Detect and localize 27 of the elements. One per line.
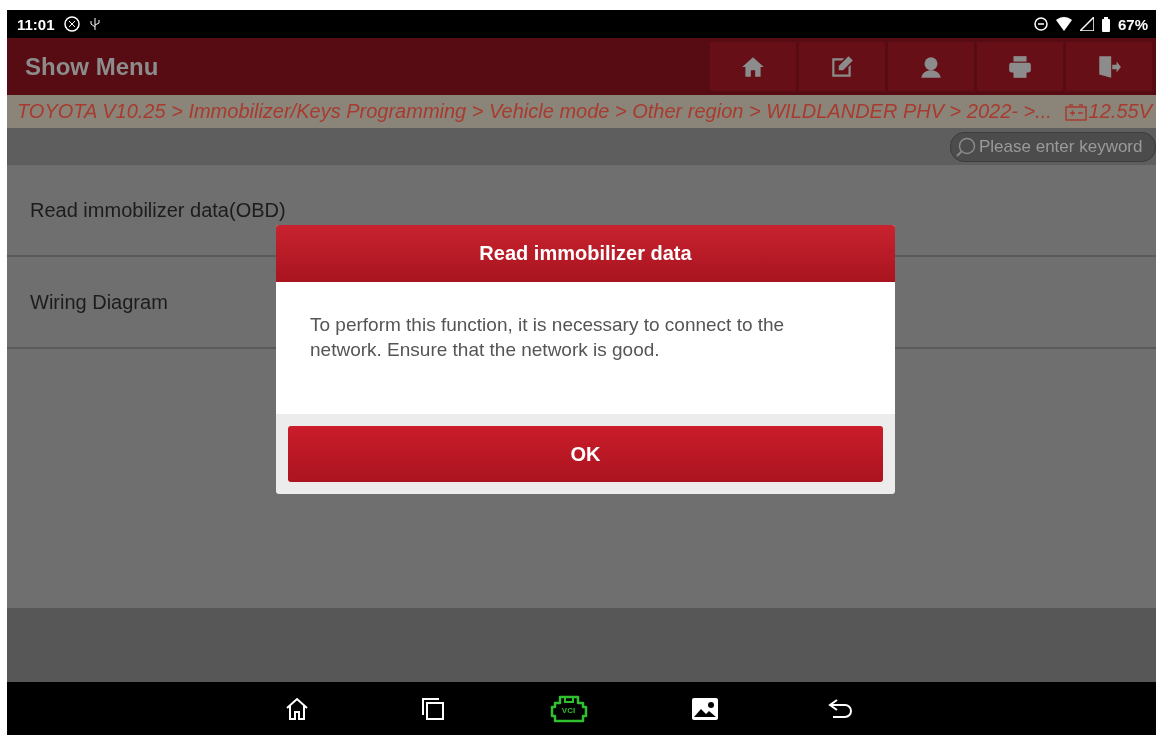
header-title: Show Menu [25, 52, 159, 81]
exit-icon [1096, 53, 1122, 80]
ok-button[interactable]: OK [288, 426, 883, 482]
do-not-disturb-icon [1033, 17, 1048, 31]
usb-icon [88, 17, 101, 31]
support-button[interactable] [888, 42, 974, 91]
breadcrumb-path: TOYOTA V10.25 > Immobilizer/Keys Programming > Vehicle mode > Other region > WILDLANDER PHV > 2022- >... [17, 100, 1052, 123]
edit-button[interactable] [799, 42, 885, 91]
print-icon [1007, 53, 1033, 80]
dialog-message: To perform this function, it is necessary to connect to the network. Ensure that the network is good. [276, 282, 895, 414]
signal-icon [1079, 17, 1094, 31]
battery-icon [1101, 16, 1110, 32]
image-icon [691, 697, 718, 720]
search-icon [955, 135, 977, 158]
dialog-title: Read immobilizer data [276, 225, 895, 282]
print-button[interactable] [977, 42, 1063, 91]
battery-voltage: 12.55V [1088, 100, 1152, 123]
edit-icon [829, 53, 855, 80]
battery-percentage: 67% [1117, 15, 1148, 33]
notification-icon [62, 15, 81, 33]
exit-button[interactable] [1066, 42, 1152, 91]
battery-voltage-icon [1064, 102, 1087, 121]
back-icon [826, 696, 855, 721]
home-button[interactable] [710, 42, 796, 91]
wifi-icon [1055, 17, 1072, 31]
status-time: 11:01 [17, 15, 55, 33]
recent-apps-icon [419, 695, 446, 722]
